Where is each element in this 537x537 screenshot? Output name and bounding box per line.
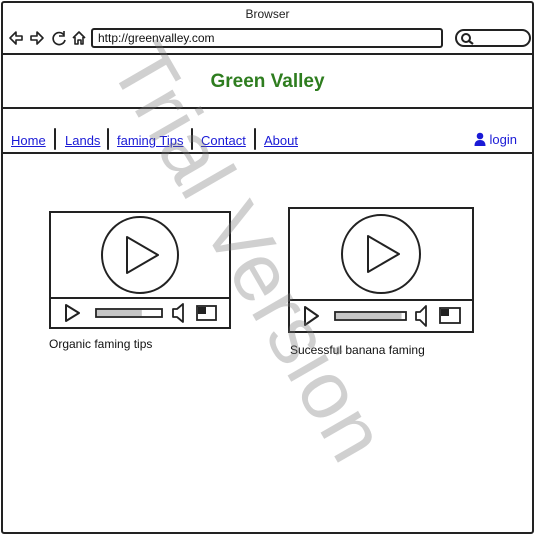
video-controls: [51, 299, 229, 327]
search-icon: [461, 33, 474, 45]
nav-lands[interactable]: Lands: [65, 133, 100, 148]
nav-about[interactable]: About: [264, 133, 298, 148]
progress-bar[interactable]: [334, 311, 407, 321]
video-screen[interactable]: [290, 209, 472, 301]
video-player[interactable]: [288, 207, 474, 333]
nav-separator: [107, 128, 109, 150]
header-divider: [3, 107, 532, 109]
nav-divider: [3, 152, 532, 154]
play-button-icon[interactable]: [290, 209, 472, 299]
progress-bar[interactable]: [95, 308, 163, 318]
video-player[interactable]: [49, 211, 231, 329]
login-link[interactable]: login: [474, 132, 517, 147]
address-bar[interactable]: http://greenvalley.com: [91, 28, 443, 48]
window-title: Browser: [245, 7, 290, 21]
video-caption: Sucessful banana faming: [290, 343, 425, 357]
play-button-icon[interactable]: [51, 213, 229, 297]
home-icon[interactable]: [71, 29, 87, 47]
volume-icon[interactable]: [415, 305, 427, 327]
nav-faming-tips[interactable]: faming Tips: [117, 133, 183, 148]
back-arrow-icon[interactable]: [8, 29, 24, 47]
fullscreen-icon[interactable]: [196, 305, 217, 321]
play-icon[interactable]: [65, 304, 80, 322]
video-screen[interactable]: [51, 213, 229, 299]
reload-icon[interactable]: [51, 29, 67, 47]
video-controls: [290, 301, 472, 331]
login-label: login: [489, 132, 517, 147]
nav-separator: [191, 128, 193, 150]
nav-contact[interactable]: Contact: [201, 133, 246, 148]
site-title: Green Valley: [210, 71, 325, 92]
browser-search-box[interactable]: [455, 29, 531, 47]
fullscreen-icon[interactable]: [439, 307, 461, 324]
volume-icon[interactable]: [172, 303, 184, 323]
play-icon[interactable]: [304, 306, 319, 326]
nav-separator: [54, 128, 56, 150]
video-caption: Organic faming tips: [49, 337, 153, 351]
forward-arrow-icon[interactable]: [29, 29, 45, 47]
nav-home[interactable]: Home: [11, 133, 46, 148]
user-icon: [474, 132, 486, 146]
browser-window: Browser http://greenvalley.com Green Val…: [1, 1, 534, 534]
nav-separator: [254, 128, 256, 150]
browser-toolbar: http://greenvalley.com: [3, 25, 532, 55]
